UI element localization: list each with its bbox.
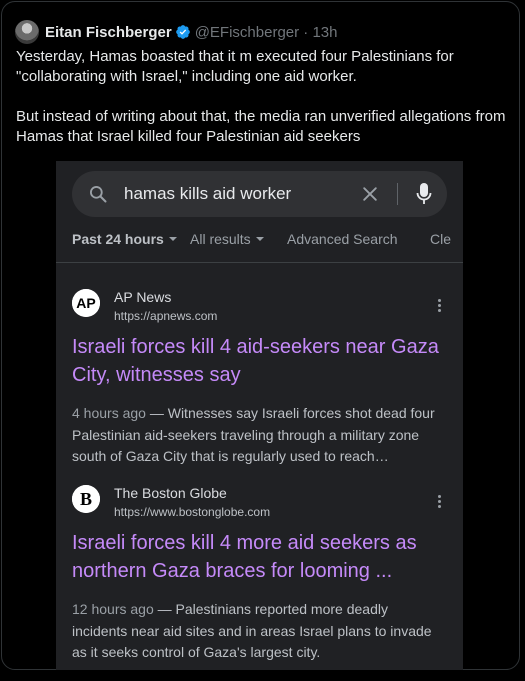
verified-badge-icon: [175, 25, 190, 39]
filter-time[interactable]: Past 24 hours: [72, 231, 177, 247]
ap-news-logo: AP: [72, 289, 100, 317]
tweet-paragraph: But instead of writing about that, the m…: [16, 108, 506, 145]
svg-text:B: B: [80, 489, 92, 509]
search-divider: [397, 183, 398, 205]
result-title-link[interactable]: Israeli forces kill 4 more aid seekers a…: [72, 529, 447, 585]
result-source: AP News: [114, 289, 172, 305]
author-name[interactable]: Eitan Fischberger: [45, 24, 172, 41]
result-snippet: 4 hours ago — Witnesses say Israeli forc…: [72, 403, 447, 468]
microphone-icon[interactable]: [416, 182, 432, 206]
divider: [56, 262, 463, 263]
avatar[interactable]: [15, 20, 39, 44]
advanced-search-link[interactable]: Advanced Search: [287, 231, 398, 247]
boston-globe-logo: B: [72, 485, 100, 513]
more-options-icon[interactable]: [438, 299, 442, 313]
result-age: 4 hours ago: [72, 405, 146, 421]
result-age: 12 hours ago: [72, 601, 154, 617]
result-title-link[interactable]: Israeli forces kill 4 aid-seekers near G…: [72, 333, 447, 389]
search-bar[interactable]: hamas kills aid worker: [72, 171, 447, 217]
handle-time[interactable]: @EFischberger · 13h: [195, 24, 338, 41]
clear-link[interactable]: Cle: [430, 231, 451, 247]
tweet-paragraph: Yesterday, Hamas boasted that it m execu…: [16, 48, 454, 85]
tweet-text: Yesterday, Hamas boasted that it m execu…: [16, 47, 511, 147]
filter-results[interactable]: All results: [190, 231, 264, 247]
tweet-header: Eitan Fischberger @EFischberger · 13h: [15, 20, 338, 44]
filter-results-label: All results: [190, 231, 251, 247]
ap-logo-icon: AP: [72, 289, 100, 317]
boston-globe-logo-icon: B: [72, 485, 100, 513]
result-url: https://www.bostonglobe.com: [114, 505, 271, 519]
clear-icon[interactable]: [360, 184, 380, 204]
svg-text:AP: AP: [76, 295, 95, 311]
result-url: https://apnews.com: [114, 309, 218, 323]
search-query[interactable]: hamas kills aid worker: [124, 184, 291, 204]
result-source: The Boston Globe: [114, 485, 227, 501]
embedded-screenshot[interactable]: hamas kills aid worker Past 24 hours All…: [56, 161, 463, 670]
result-snippet: 12 hours ago — Palestinians reported mor…: [72, 599, 447, 664]
chevron-down-icon: [255, 237, 264, 242]
search-icon: [90, 186, 107, 203]
more-options-icon[interactable]: [438, 495, 442, 509]
chevron-down-icon: [168, 237, 177, 242]
filter-time-label: Past 24 hours: [72, 231, 164, 247]
